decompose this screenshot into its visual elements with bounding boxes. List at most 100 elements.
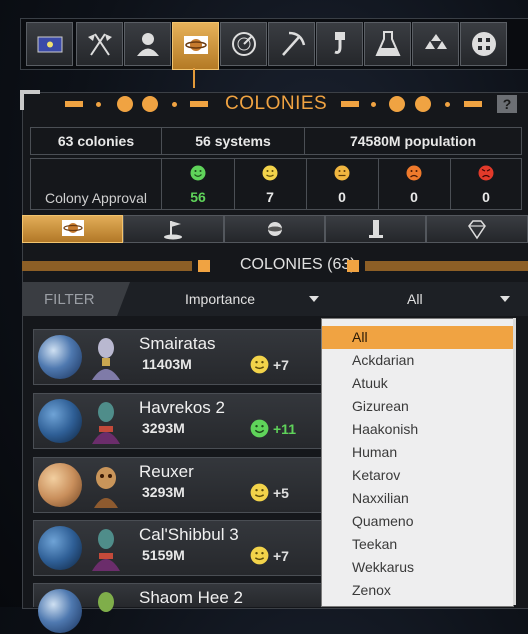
colony-population: 3293M — [142, 484, 185, 500]
happy-face-icon — [250, 355, 269, 374]
race-dropdown-menu: All Ackdarian Atuuk Gizurean Haakonish H… — [321, 318, 514, 607]
title-deco — [190, 101, 208, 107]
colony-population: 11403M — [142, 356, 192, 372]
chevron-down-icon[interactable] — [500, 296, 510, 302]
tab-fleet[interactable] — [412, 22, 459, 66]
title-deco — [142, 96, 158, 112]
approval-label: Colony Approval — [31, 159, 162, 209]
approval-value: 7 — [266, 189, 274, 205]
subtab-colonies[interactable] — [22, 215, 123, 243]
radar-icon — [231, 32, 256, 56]
colonies-count: 63 colonies — [31, 128, 162, 154]
colony-mood: +11 — [273, 421, 296, 437]
alien-portrait-icon — [92, 338, 120, 380]
title-deco — [96, 102, 101, 107]
dropdown-option[interactable]: Atuuk — [322, 372, 513, 395]
sort-dropdown[interactable]: Importance — [185, 291, 255, 307]
dropdown-option[interactable]: Haakonish — [322, 418, 513, 441]
very-happy-face-icon — [190, 165, 206, 181]
approval-very-happy: 56 — [162, 159, 235, 209]
dropdown-option[interactable]: Gizurean — [322, 395, 513, 418]
approval-value: 56 — [190, 189, 206, 205]
stats-row: 63 colonies 56 systems 74580M population — [30, 127, 522, 155]
subtab-planets[interactable] — [224, 215, 325, 243]
approval-unhappy: 0 — [378, 159, 451, 209]
colony-name: Reuxer — [139, 462, 194, 481]
colony-row[interactable]: Reuxer 3293M +5 — [33, 457, 328, 513]
crossed-flags-icon — [87, 33, 112, 56]
colony-row[interactable]: Cal'Shibbul 3 5159M +7 — [33, 520, 328, 576]
dropdown-option[interactable]: Human — [322, 441, 513, 464]
dropdown-option[interactable]: Wekkarus — [322, 556, 513, 579]
alien-portrait-icon — [92, 529, 120, 571]
race-dropdown[interactable]: All — [407, 291, 423, 307]
colony-population: 3293M — [142, 420, 185, 436]
tab-diplomacy[interactable] — [76, 22, 123, 66]
planet-desert-icon — [38, 463, 82, 507]
colonies-list-header: COLONIES (63) — [22, 252, 528, 278]
title-deco — [341, 101, 359, 107]
colony-row[interactable]: Havrekos 2 3293M +11 — [33, 393, 328, 449]
tab-mining[interactable] — [268, 22, 315, 66]
tab-radar[interactable] — [220, 22, 267, 66]
tab-research[interactable] — [364, 22, 411, 66]
systems-count: 56 systems — [162, 128, 305, 154]
subtab-outposts[interactable] — [123, 215, 224, 243]
colony-name: Smairatas — [139, 334, 216, 353]
chevron-down-icon[interactable] — [309, 296, 319, 302]
dropdown-option[interactable]: Quameno — [322, 510, 513, 533]
colony-mood: +7 — [273, 357, 289, 373]
dropdown-option[interactable]: Teekan — [322, 533, 513, 556]
colony-mood: +5 — [273, 485, 289, 501]
planet-icon — [183, 36, 208, 54]
colony-approval: Colony Approval 56 7 0 0 0 — [30, 158, 522, 210]
dropdown-option[interactable]: Ketarov — [322, 464, 513, 487]
outpost-flag-icon — [163, 221, 182, 240]
panel-corner — [20, 90, 24, 110]
approval-angry: 0 — [450, 159, 522, 209]
person-icon — [136, 33, 159, 56]
tower-icon — [368, 220, 383, 238]
tab-construction[interactable] — [316, 22, 363, 66]
colony-name: Shaom Hee 2 — [139, 588, 243, 607]
dropdown-option-all[interactable]: All — [322, 326, 513, 349]
pickaxe-icon — [281, 31, 305, 56]
dropdown-option[interactable]: Ackdarian — [322, 349, 513, 372]
colony-mood: +7 — [273, 548, 289, 564]
tab-leaders[interactable] — [124, 22, 171, 66]
colony-row[interactable]: Smairatas 11403M +7 — [33, 329, 328, 385]
dropdown-option[interactable]: Naxxilian — [322, 487, 513, 510]
diamond-icon — [468, 220, 486, 240]
happy-face-icon — [250, 483, 269, 502]
colonies-list-title: COLONIES (63) — [240, 256, 356, 273]
help-button[interactable]: ? — [497, 95, 517, 113]
very-happy-face-icon — [250, 419, 269, 438]
flag-icon — [37, 36, 62, 53]
approval-value: 0 — [410, 189, 418, 205]
planet-earthlike-icon — [38, 589, 82, 633]
planet-ocean-icon — [38, 399, 82, 443]
subtab-resources[interactable] — [426, 215, 528, 243]
planet-earthlike-icon — [38, 335, 82, 379]
subtab-buildings[interactable] — [325, 215, 426, 243]
planet-flag-icon — [61, 220, 84, 236]
title-deco — [445, 102, 450, 107]
colony-name: Cal'Shibbul 3 — [139, 525, 239, 544]
header-bar — [365, 261, 528, 271]
colony-population: 5159M — [142, 547, 185, 563]
neutral-face-icon — [334, 165, 350, 181]
title-deco — [415, 96, 431, 112]
happy-face-icon — [250, 546, 269, 565]
sub-tab-bar — [22, 215, 528, 245]
colony-row[interactable]: Shaom Hee 2 — [33, 583, 328, 633]
approval-neutral: 0 — [306, 159, 379, 209]
top-tab-bar — [20, 18, 528, 70]
tab-grid[interactable] — [460, 22, 507, 66]
alien-portrait-icon — [98, 592, 114, 612]
dropdown-scrollbar[interactable] — [513, 318, 516, 605]
header-bar — [22, 261, 192, 271]
tab-colonies[interactable] — [172, 22, 219, 70]
dropdown-option[interactable]: Zenox — [322, 579, 513, 602]
colony-name: Havrekos 2 — [139, 398, 225, 417]
tab-empire[interactable] — [26, 22, 73, 66]
